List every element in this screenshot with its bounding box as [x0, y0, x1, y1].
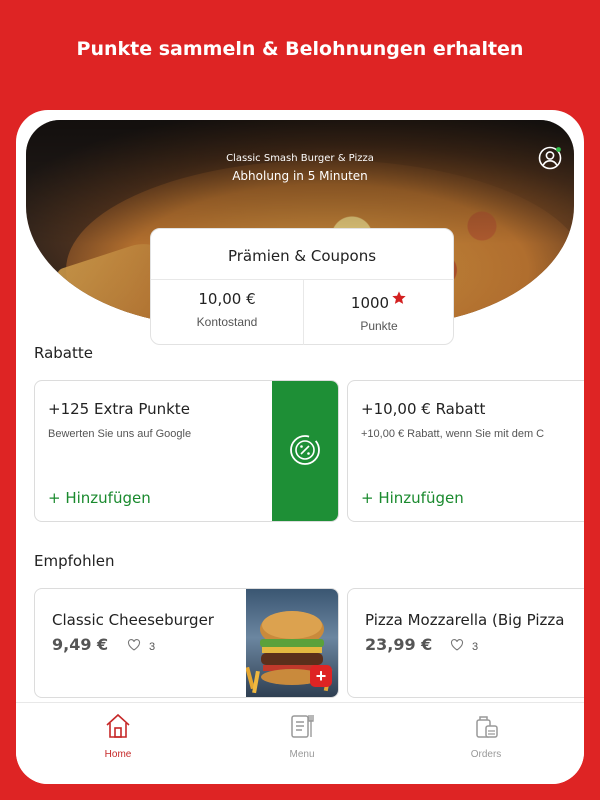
- app-screen: Classic Smash Burger & Pizza Abholung in…: [16, 110, 584, 784]
- coupon-percent-icon: [290, 435, 320, 465]
- balance-value: 10,00 €: [198, 290, 256, 308]
- tab-home[interactable]: Home: [78, 711, 158, 760]
- add-discount-button[interactable]: + Hinzufügen: [48, 489, 151, 507]
- home-icon: [106, 713, 130, 738]
- restaurant-name: Classic Smash Burger & Pizza: [226, 153, 374, 164]
- balance-label: Kontostand: [196, 315, 258, 329]
- add-discount-button[interactable]: + Hinzufügen: [361, 489, 464, 507]
- heart-icon: [450, 639, 464, 651]
- points-label: Punkte: [360, 319, 398, 333]
- promo-headline: Punkte sammeln & Belohnungen erhalten: [76, 38, 524, 60]
- star-icon: [392, 291, 406, 304]
- discount-description: Bewerten Sie uns auf Google: [48, 428, 192, 440]
- discount-description: +10,00 € Rabatt, wenn Sie mit dem C: [361, 428, 545, 440]
- tab-label: Menu: [289, 749, 315, 760]
- tab-orders[interactable]: Orders: [446, 711, 526, 760]
- points-value: 1000: [350, 294, 390, 312]
- points-stat: 1000 Punkte: [303, 290, 455, 333]
- discount-title: +10,00 € Rabatt: [361, 400, 486, 418]
- heart-icon: [127, 639, 141, 651]
- product-likes[interactable]: 3: [450, 639, 478, 653]
- tab-label: Home: [104, 749, 132, 760]
- recommended-section-title: Empfohlen: [34, 552, 115, 570]
- pickup-info: Abholung in 5 Minuten: [232, 169, 368, 183]
- discounts-section-title: Rabatte: [34, 344, 93, 362]
- discount-card[interactable]: +10,00 € Rabatt +10,00 € Rabatt, wenn Si…: [347, 380, 584, 522]
- likes-count: 3: [472, 641, 479, 653]
- discount-card[interactable]: +125 Extra Punkte Bewerten Sie uns auf G…: [34, 380, 339, 522]
- product-likes[interactable]: 3: [127, 639, 155, 653]
- profile-button[interactable]: [538, 146, 562, 170]
- user-circle-icon: [538, 146, 562, 170]
- product-card[interactable]: Classic Cheeseburger 9,49 € 3 +: [34, 588, 339, 698]
- menu-book-icon: [291, 715, 314, 738]
- tab-label: Orders: [470, 749, 502, 760]
- product-card[interactable]: Pizza Mozzarella (Big Pizza 23,99 € 3: [347, 588, 584, 698]
- discount-title: +125 Extra Punkte: [48, 400, 190, 418]
- rewards-card[interactable]: Prämien & Coupons 10,00 € Kontostand 100…: [150, 228, 454, 345]
- product-price: 9,49 €: [52, 635, 109, 654]
- burger-image: +: [245, 589, 338, 697]
- rewards-title: Prämien & Coupons: [227, 247, 377, 265]
- product-price: 23,99 €: [365, 635, 433, 654]
- coupon-badge: [272, 381, 338, 521]
- product-name: Pizza Mozzarella (Big Pizza: [365, 611, 565, 629]
- add-to-cart-button[interactable]: +: [310, 665, 332, 687]
- bottom-tab-bar: Home Menu Orders: [16, 702, 584, 784]
- balance-stat: 10,00 € Kontostand: [151, 290, 303, 329]
- product-name: Classic Cheeseburger: [52, 611, 214, 629]
- tab-menu[interactable]: Menu: [262, 711, 342, 760]
- likes-count: 3: [149, 641, 156, 653]
- orders-bag-icon: [476, 716, 498, 738]
